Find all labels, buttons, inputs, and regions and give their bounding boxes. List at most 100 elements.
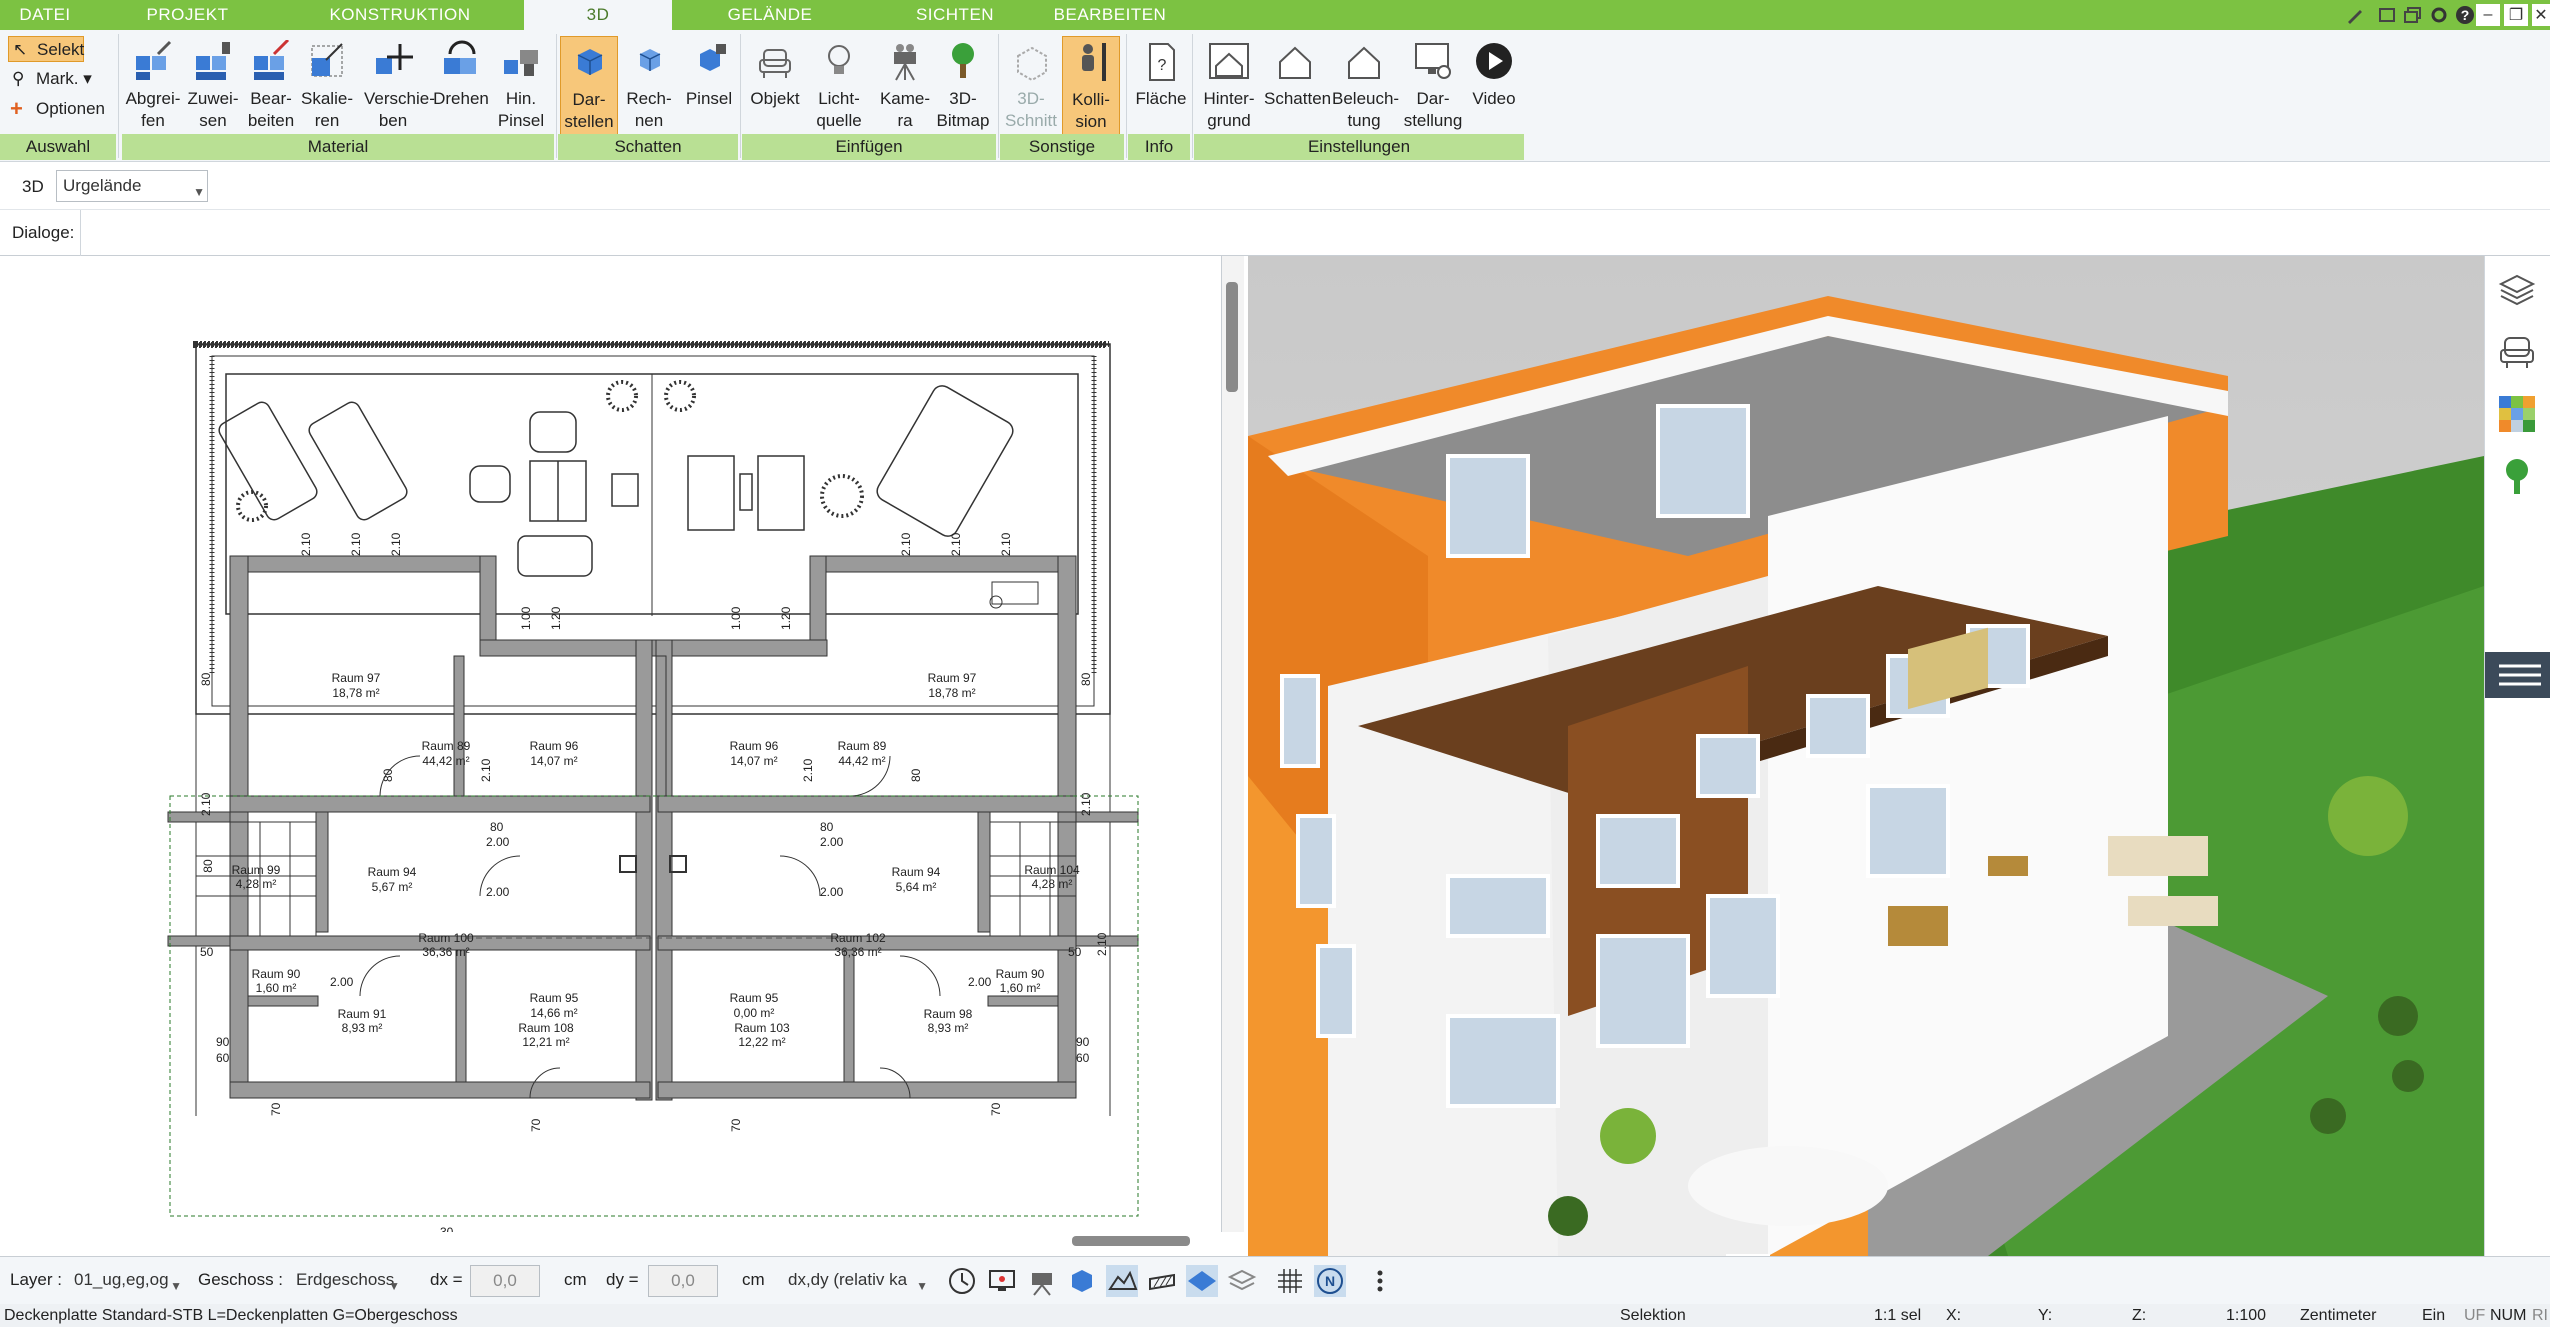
armchair-icon	[759, 49, 791, 78]
insert-object-button[interactable]: Objekt	[746, 36, 804, 138]
pencil-material-icon	[254, 40, 290, 80]
dimension-label: 2.10	[1095, 932, 1109, 956]
tab-sichten[interactable]: SICHTEN	[880, 0, 1030, 30]
scrollbar-thumb[interactable]	[1226, 282, 1238, 392]
video-button[interactable]: Video	[1466, 36, 1522, 138]
room-area: 12,21 m²	[522, 1035, 569, 1049]
room-area: 1,60 m²	[1000, 981, 1041, 995]
scale-icon	[311, 43, 343, 77]
room-label: Raum 94	[892, 865, 941, 879]
dimension-label: 2.10	[999, 532, 1013, 556]
dimension-label: 2.10	[801, 758, 815, 782]
rotate-material-button[interactable]: Drehen	[432, 36, 490, 138]
display-settings-button[interactable]: Dar- stellung	[1402, 36, 1464, 138]
svg-text:N: N	[1325, 1273, 1335, 1289]
selection-description: Deckenplatte Standard-STB L=Deckenplatte…	[4, 1307, 458, 1324]
layer-select[interactable]: 01_ug,eg,og ▼	[68, 1265, 184, 1297]
dimension-label: 2.10	[899, 532, 913, 556]
dy-input[interactable]: 0,0	[648, 1265, 718, 1297]
floor-label: Geschoss :	[198, 1270, 284, 1289]
shadow-settings-button[interactable]: Schatten	[1264, 36, 1331, 138]
insert-3d-bitmap-button[interactable]: 3D- Bitmap	[934, 36, 992, 138]
hamburger-icon	[2499, 664, 2541, 686]
background-button[interactable]: Hinter- grund	[1198, 36, 1260, 138]
camera-path-icon[interactable]	[1026, 1265, 1058, 1297]
tab-konstruktion[interactable]: KONSTRUKTION	[300, 0, 500, 30]
floor-plan-view[interactable]: Raum 97 18,78 m² Raum 89 44,42 m² Raum 9…	[0, 256, 1222, 1232]
shadow-brush-button[interactable]: Pinsel	[680, 36, 738, 138]
area-button[interactable]: ? Fläche	[1132, 36, 1190, 138]
group-einstellungen: Einstellungen	[1194, 134, 1524, 160]
coordinate-mode-select[interactable]: dx,dy (relativ ka ▼	[782, 1265, 930, 1297]
options-button[interactable]: + Optionen	[8, 96, 105, 122]
plan-vertical-scrollbar[interactable]	[1222, 256, 1244, 1232]
compute-shadow-button[interactable]: Rech- nen	[620, 36, 678, 138]
eyedropper-icon	[136, 40, 172, 80]
dx-input[interactable]: 0,0	[470, 1265, 540, 1297]
layers-icon[interactable]	[2497, 270, 2537, 310]
more-options-icon[interactable]	[1364, 1265, 1396, 1297]
dimension-label: 60	[1076, 1051, 1090, 1065]
select-button[interactable]: ↖ Selekt	[8, 36, 84, 62]
collision-button[interactable]: Kolli- sion	[1062, 36, 1120, 138]
room-label: Raum 103	[734, 1021, 790, 1035]
north-snap-icon[interactable]: N	[1314, 1265, 1346, 1297]
dimension-label: 60	[216, 1051, 230, 1065]
assign-material-button[interactable]: Zuwei- sen	[184, 36, 242, 138]
tab-datei[interactable]: DATEI	[0, 0, 90, 30]
group-sonstige: Sonstige	[1000, 134, 1124, 160]
clock-icon[interactable]	[946, 1265, 978, 1297]
dimension-label: 2.10	[199, 792, 213, 816]
section-icon	[1017, 46, 1047, 82]
dimension-label: 2.10	[479, 758, 493, 782]
hatch-icon[interactable]	[1146, 1265, 1178, 1297]
move-material-button[interactable]: Verschie- ben	[364, 36, 435, 138]
restore-icon[interactable]: ❐	[2504, 4, 2528, 26]
armchair-catalog-icon[interactable]	[2497, 332, 2537, 372]
terrain-select[interactable]: Urgelände ▼	[56, 170, 208, 202]
insert-camera-button[interactable]: Kame- ra	[876, 36, 934, 138]
show-shadow-button[interactable]: Dar- stellen	[560, 36, 618, 138]
dimension-label: 70	[989, 1102, 1003, 1116]
3d-section-button[interactable]: 3D- Schnitt	[1002, 36, 1060, 138]
room-label: Raum 97	[332, 671, 381, 685]
pick-material-button[interactable]: Abgrei- fen	[124, 36, 182, 138]
room-area: 5,67 m²	[372, 880, 413, 894]
hint-brush-button[interactable]: Hin. Pinsel	[492, 36, 550, 138]
edit-material-button[interactable]: Bear- beiten	[242, 36, 300, 138]
insert-light-button[interactable]: Licht- quelle ▼	[810, 36, 868, 151]
chevron-down-icon: ▼	[916, 1279, 928, 1293]
panel-toggle-button[interactable]	[2485, 652, 2550, 698]
group-einfuegen: Einfügen	[742, 134, 996, 160]
plan-horizontal-scrollbar[interactable]	[1072, 1236, 1190, 1246]
rotate-icon	[444, 40, 476, 74]
cube-view-icon[interactable]	[1066, 1265, 1098, 1297]
plants-icon[interactable]	[2497, 456, 2537, 496]
3d-view[interactable]	[1248, 256, 2484, 1256]
menu-bar: DATEI PROJEKT KONSTRUKTION 3D GELÄNDE SI…	[0, 0, 2550, 30]
grid-icon[interactable]	[1274, 1265, 1306, 1297]
room-label: Raum 89	[838, 739, 887, 753]
dialog-bar: Dialoge:	[0, 210, 2550, 256]
minimize-icon[interactable]: –	[2476, 4, 2500, 26]
tab-bearbeiten[interactable]: BEARBEITEN	[1040, 0, 1180, 30]
x-coordinate: X:	[1946, 1307, 1962, 1324]
floor-select[interactable]: Erdgeschoss ▼	[290, 1265, 402, 1297]
tab-projekt[interactable]: PROJEKT	[110, 0, 265, 30]
close-icon[interactable]: ✕	[2532, 4, 2550, 26]
tab-3d[interactable]: 3D	[524, 0, 672, 30]
lighting-button[interactable]: Beleuch- tung	[1332, 36, 1399, 138]
plane-icon[interactable]	[1186, 1265, 1218, 1297]
mark-button[interactable]: ⚲ Mark. ▾	[8, 66, 92, 92]
pen-icon[interactable]	[2340, 0, 2370, 30]
svg-text:?: ?	[2461, 7, 2470, 23]
ribbon: ↖ Selekt ⚲ Mark. ▾ + Optionen Auswahl Ab…	[0, 30, 2550, 162]
materials-palette-icon[interactable]	[2497, 394, 2537, 434]
tab-gelaende[interactable]: GELÄNDE	[690, 0, 850, 30]
monitor-icon[interactable]	[986, 1265, 1018, 1297]
layer-label: Layer :	[10, 1270, 62, 1289]
scale-material-button[interactable]: Skalie- ren	[298, 36, 356, 138]
terrain-icon[interactable]	[1106, 1265, 1138, 1297]
room-area: 44,42 m²	[422, 754, 469, 768]
layers-stack-icon[interactable]	[1226, 1265, 1258, 1297]
